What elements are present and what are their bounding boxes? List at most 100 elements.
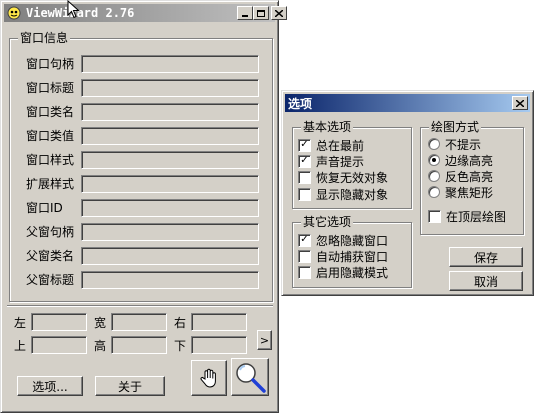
invert-highlight-label: 反色高亮 <box>445 169 494 184</box>
chevron-right-icon: > <box>259 333 270 347</box>
close-icon <box>275 9 283 17</box>
finder-tool-button[interactable] <box>231 358 269 396</box>
parent-handle-field[interactable] <box>81 223 259 241</box>
restore-invalid-checkbox[interactable]: 恢复无效对象 <box>298 169 388 185</box>
empty-checkbox-icon <box>298 170 311 184</box>
window-id-field[interactable] <box>81 199 259 217</box>
save-button-label: 保存 <box>473 250 498 265</box>
field-label-title: 窗口标题 <box>26 81 75 95</box>
hand-icon <box>200 368 216 388</box>
radio-selected-icon <box>428 154 440 166</box>
radio-empty-icon <box>428 138 440 150</box>
options-titlebar[interactable]: 选项 <box>285 94 530 112</box>
draw-mode-title: 绘图方式 <box>429 120 482 134</box>
field-label-ex-style: 扩展样式 <box>26 177 75 191</box>
ignore-hidden-checkbox[interactable]: ✓ 忽略隐藏窗口 <box>298 232 388 248</box>
coord-label-top: 上 <box>14 339 27 353</box>
ignore-hidden-label: 忽略隐藏窗口 <box>316 233 389 248</box>
options-dialog: 选项 基本选项 ✓ 总在最前 ✓ 声音提示 恢复无效对象 显示隐藏对象 其它选项… <box>281 90 534 296</box>
check-icon: ✓ <box>298 154 311 168</box>
always-on-top-checkbox[interactable]: ✓ 总在最前 <box>298 137 364 153</box>
radio-empty-icon <box>428 186 440 198</box>
save-button[interactable]: 保存 <box>449 247 523 267</box>
field-label-class-value: 窗口类值 <box>26 129 75 143</box>
invert-highlight-radio[interactable]: 反色高亮 <box>428 168 493 184</box>
extended-style-field[interactable] <box>81 175 259 193</box>
coord-label-right: 右 <box>174 316 187 330</box>
focus-rect-radio[interactable]: 聚焦矩形 <box>428 184 493 200</box>
cancel-button-label: 取消 <box>473 274 498 289</box>
maximize-icon <box>257 9 265 17</box>
bottom-coord-field[interactable] <box>191 336 247 354</box>
coord-label-width: 宽 <box>94 316 107 330</box>
sound-prompt-label: 声音提示 <box>316 154 365 169</box>
app-icon <box>7 6 21 20</box>
height-coord-field[interactable] <box>111 336 167 354</box>
basic-options-title: 基本选项 <box>301 120 354 134</box>
focus-rect-label: 聚焦矩形 <box>445 185 494 200</box>
auto-capture-label: 自动捕获窗口 <box>316 249 389 264</box>
maximize-button[interactable] <box>253 6 269 20</box>
magnifier-icon <box>236 363 266 393</box>
options-button[interactable]: 选项... <box>17 376 83 396</box>
width-coord-field[interactable] <box>111 313 167 331</box>
field-label-parent-class: 父窗类名 <box>26 249 75 263</box>
edge-highlight-radio[interactable]: 边缘高亮 <box>428 152 493 168</box>
restore-invalid-label: 恢复无效对象 <box>316 170 389 185</box>
empty-checkbox-icon <box>298 187 311 201</box>
main-window: ViewWizard 2.76 窗口信息 窗口句柄 窗口标题 窗口类名 窗口类值… <box>0 0 287 413</box>
close-button[interactable] <box>271 6 287 20</box>
about-button-label: 关于 <box>117 379 142 394</box>
mouse-cursor-icon <box>67 0 80 19</box>
empty-checkbox-icon <box>298 249 311 263</box>
main-titlebar[interactable]: ViewWizard 2.76 <box>4 4 287 22</box>
parent-class-field[interactable] <box>81 247 259 265</box>
about-button[interactable]: 关于 <box>95 376 165 396</box>
parent-title-field[interactable] <box>81 271 259 289</box>
no-prompt-radio[interactable]: 不提示 <box>428 136 481 152</box>
left-coord-field[interactable] <box>31 313 87 331</box>
check-icon: ✓ <box>298 138 311 152</box>
edge-highlight-label: 边缘高亮 <box>445 153 494 168</box>
coord-label-bottom: 下 <box>174 339 187 353</box>
minimize-button[interactable] <box>237 6 253 20</box>
field-label-id: 窗口ID <box>26 201 63 215</box>
other-options-title: 其它选项 <box>301 215 354 229</box>
top-layer-draw-label: 在顶层绘图 <box>446 209 507 224</box>
no-prompt-label: 不提示 <box>445 137 482 152</box>
top-coord-field[interactable] <box>31 336 87 354</box>
empty-checkbox-icon <box>428 209 441 223</box>
field-label-parent-handle: 父窗句柄 <box>26 225 75 239</box>
window-title-field[interactable] <box>81 79 259 97</box>
cancel-button[interactable]: 取消 <box>449 271 523 291</box>
sound-prompt-checkbox[interactable]: ✓ 声音提示 <box>298 153 364 169</box>
hidden-mode-checkbox[interactable]: 启用隐藏模式 <box>298 264 388 280</box>
empty-checkbox-icon <box>298 265 311 279</box>
show-hidden-checkbox[interactable]: 显示隐藏对象 <box>298 186 388 202</box>
window-class-value-field[interactable] <box>81 127 259 145</box>
top-layer-draw-checkbox[interactable]: 在顶层绘图 <box>428 208 506 224</box>
auto-capture-checkbox[interactable]: 自动捕获窗口 <box>298 248 388 264</box>
window-style-field[interactable] <box>81 151 259 169</box>
field-label-handle: 窗口句柄 <box>26 57 75 71</box>
field-label-parent-title: 父窗标题 <box>26 273 75 287</box>
field-label-class: 窗口类名 <box>26 105 75 119</box>
options-button-label: 选项... <box>32 379 68 394</box>
field-label-style: 窗口样式 <box>26 153 75 167</box>
window-info-group-title: 窗口信息 <box>18 31 71 45</box>
options-close-button[interactable] <box>512 96 528 110</box>
options-dialog-title: 选项 <box>288 96 313 111</box>
separator-line <box>7 305 273 306</box>
coord-label-height: 高 <box>94 339 107 353</box>
window-class-field[interactable] <box>81 103 259 121</box>
check-icon: ✓ <box>298 233 311 247</box>
hand-tool-button[interactable] <box>191 360 227 396</box>
hidden-mode-label: 启用隐藏模式 <box>316 265 389 280</box>
close-icon <box>516 99 524 107</box>
show-hidden-label: 显示隐藏对象 <box>316 187 389 202</box>
right-coord-field[interactable] <box>191 313 247 331</box>
window-handle-field[interactable] <box>81 55 259 73</box>
coord-label-left: 左 <box>14 316 27 330</box>
radio-empty-icon <box>428 170 440 182</box>
expand-button[interactable]: > <box>257 330 272 350</box>
